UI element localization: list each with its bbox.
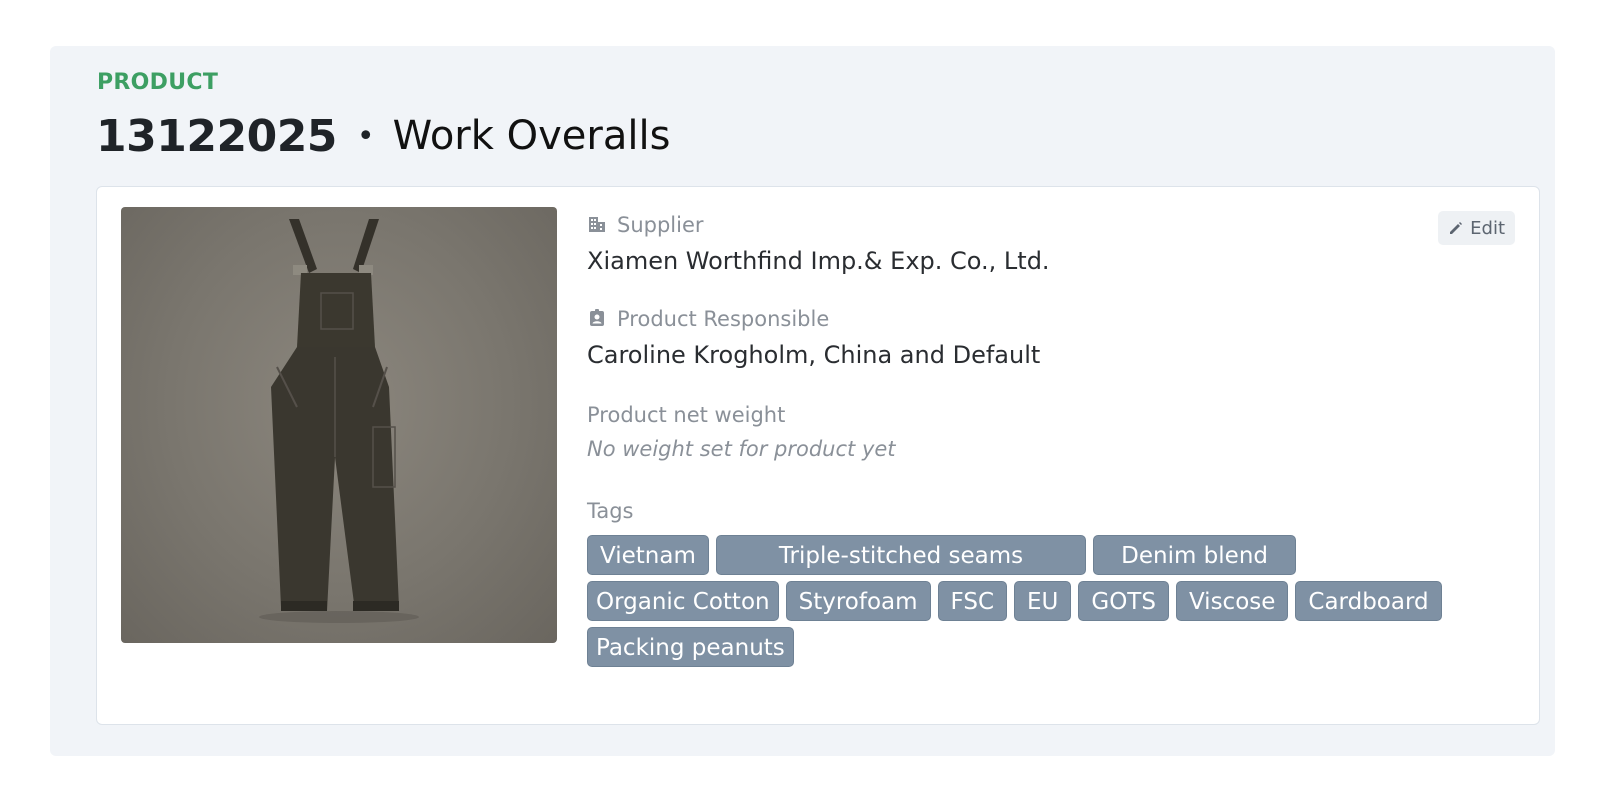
product-number: 13122025 <box>96 110 337 162</box>
weight-label: Product net weight <box>587 403 786 427</box>
product-image <box>121 207 557 643</box>
product-card: Supplier Xiamen Worthfind Imp.& Exp. Co.… <box>96 186 1540 725</box>
responsible-label-row: Product Responsible <box>587 305 1487 333</box>
supplier-label: Supplier <box>617 213 704 237</box>
supplier-label-row: Supplier <box>587 211 1487 239</box>
edit-label: Edit <box>1470 217 1505 239</box>
tag-chip[interactable]: FSC <box>937 581 1007 621</box>
product-details: Supplier Xiamen Worthfind Imp.& Exp. Co.… <box>587 211 1487 667</box>
product-panel: PRODUCT 13122025 • Work Overalls Supplie… <box>50 46 1555 756</box>
section-kicker: PRODUCT <box>97 70 219 95</box>
tag-chip[interactable]: Triple-stitched seams <box>715 535 1087 575</box>
product-name: Work Overalls <box>392 113 671 159</box>
responsible-label: Product Responsible <box>617 307 830 331</box>
supplier-value: Xiamen Worthfind Imp.& Exp. Co., Ltd. <box>587 247 1050 275</box>
page-title: 13122025 • Work Overalls <box>96 106 670 166</box>
responsible-value: Caroline Krogholm, China and Default <box>587 341 1041 369</box>
pencil-icon <box>1448 220 1464 236</box>
tag-chip[interactable]: Viscose <box>1175 581 1289 621</box>
edit-button[interactable]: Edit <box>1438 211 1515 245</box>
building-icon <box>587 214 609 236</box>
tag-chip[interactable]: Packing peanuts <box>587 627 794 667</box>
tag-chip[interactable]: Vietnam <box>587 535 709 575</box>
tag-chip[interactable]: Styrofoam <box>785 581 931 621</box>
title-separator: • <box>356 118 375 154</box>
overalls-illustration <box>259 219 419 623</box>
tags-label: Tags <box>587 499 634 523</box>
tag-chip[interactable]: Cardboard <box>1295 581 1442 621</box>
weight-empty-text: No weight set for product yet <box>587 437 896 461</box>
tag-chip[interactable]: GOTS <box>1078 581 1169 621</box>
tag-chip[interactable]: Organic Cotton <box>587 581 779 621</box>
tag-chip[interactable]: EU <box>1014 581 1072 621</box>
id-badge-icon <box>587 308 609 330</box>
tag-list: Vietnam Triple-stitched seams Denim blen… <box>587 535 1467 667</box>
tag-chip[interactable]: Denim blend <box>1093 535 1297 575</box>
